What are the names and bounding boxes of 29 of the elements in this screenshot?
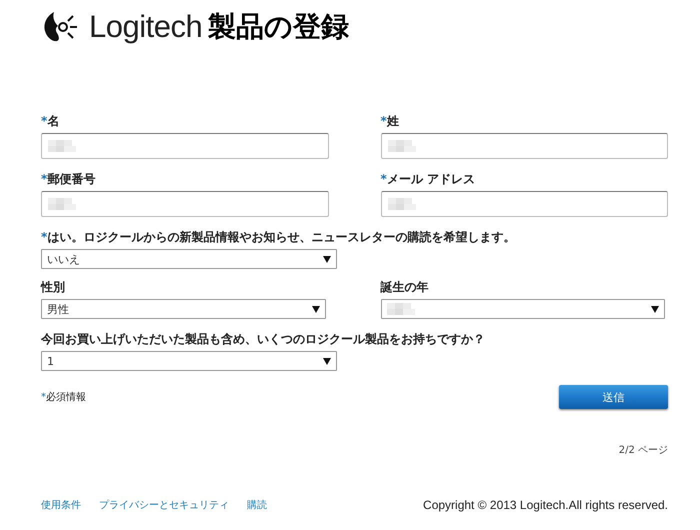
field-label: 今回お買い上げいただいた製品も含め、いくつのロジクール製品をお持ちですか？ xyxy=(41,331,486,348)
copyright: Copyright © 2013 Logitech.All rights reserved. xyxy=(423,498,668,512)
input-field[interactable] xyxy=(380,191,668,217)
field-label: *姓 xyxy=(380,113,400,130)
dropdown[interactable]: 1 xyxy=(41,351,337,371)
input-field[interactable] xyxy=(41,191,328,217)
page-title: 製品の登録 xyxy=(208,9,350,45)
submit-button[interactable]: 送信 xyxy=(559,385,668,409)
page-indicator: 2/2 ページ xyxy=(618,444,668,457)
field-label: *はい。ロジクールからの新製品情報やお知らせ、ニュースレターの購読を希望します。 xyxy=(41,229,516,246)
field-label: 性別 xyxy=(41,279,66,296)
caret-icon xyxy=(651,305,659,313)
brand-name: Logitech xyxy=(89,9,202,45)
footer-link[interactable]: 使用条件 xyxy=(41,498,81,512)
field-label: *郵便番号 xyxy=(41,171,96,188)
dropdown[interactable]: 男性 xyxy=(41,299,326,319)
field-label: *名 xyxy=(41,113,60,130)
caret-icon xyxy=(312,305,320,313)
caret-icon xyxy=(323,255,331,263)
input-field[interactable] xyxy=(380,133,668,159)
dropdown[interactable] xyxy=(380,299,665,319)
footer-link[interactable]: プライバシーとセキュリティ xyxy=(99,498,229,512)
field-label: 誕生の年 xyxy=(380,279,430,296)
required-note: *必須情報 xyxy=(41,390,86,404)
input-field[interactable] xyxy=(41,133,328,159)
dropdown[interactable]: いいえ xyxy=(41,249,337,269)
caret-icon xyxy=(323,357,331,365)
footer-link[interactable]: 購読 xyxy=(247,498,267,512)
field-label: *メール アドレス xyxy=(380,171,476,188)
